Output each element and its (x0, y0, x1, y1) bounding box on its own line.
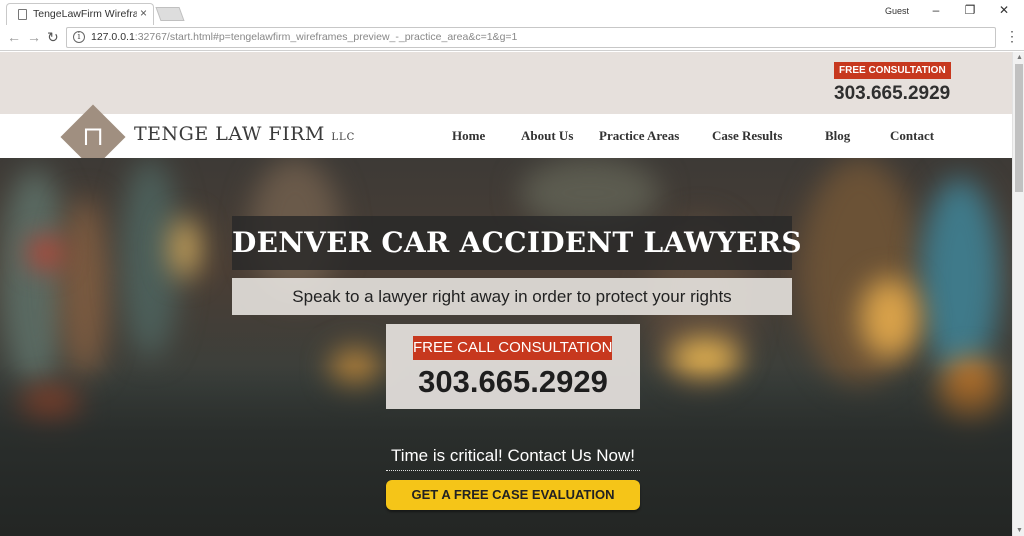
address-bar[interactable]: i 127.0.0.1:32767/start.html#p=tengelawf… (66, 27, 996, 48)
nav-item-contact[interactable]: Contact (890, 128, 934, 144)
logo-name-text: TENGE LAW FIRM (134, 123, 325, 145)
url-text[interactable]: 127.0.0.1:32767/start.html#p=tengelawfir… (91, 31, 517, 43)
forward-icon[interactable]: → (27, 29, 41, 45)
url-host: 127.0.0.1 (91, 31, 135, 43)
logo-wordmark[interactable]: TENGE LAW FIRM LLC (134, 123, 355, 145)
minimize-button[interactable]: – (926, 3, 946, 17)
nav-item-about-us[interactable]: About Us (521, 128, 573, 144)
nav-item-practice-areas[interactable]: Practice Areas (599, 128, 679, 144)
browser-menu-icon[interactable]: ⋮ (1005, 28, 1019, 45)
restore-button[interactable]: ❐ (960, 3, 980, 17)
reload-icon[interactable]: ↻ (47, 29, 59, 46)
header-phone[interactable]: 303.665.2929 (834, 83, 950, 105)
scroll-thumb[interactable] (1015, 64, 1023, 192)
scroll-down-arrow-icon[interactable]: ▼ (1016, 527, 1023, 534)
hero-headline: DENVER CAR ACCIDENT LAWYERS (232, 226, 802, 259)
info-icon[interactable]: i (73, 31, 85, 43)
subheadline-panel: Speak to a lawyer right away in order to… (232, 278, 792, 315)
browser-toolbar: ← → ↻ i 127.0.0.1:32767/start.html#p=ten… (0, 25, 1024, 51)
page-icon (18, 9, 27, 20)
call-consultation-panel: FREE CALL CONSULTATION 303.665.2929 (386, 324, 640, 409)
new-tab-button[interactable] (155, 7, 185, 21)
nav-item-home[interactable]: Home (452, 128, 485, 144)
page-viewport: FREE CONSULTATION 303.665.2929 ⊓ TENGE L… (0, 52, 1012, 536)
free-call-consultation-badge[interactable]: FREE CALL CONSULTATION (413, 336, 612, 360)
browser-tab-strip: TengeLawFirm Wireframes × Guest – ❐ ✕ (0, 0, 1024, 25)
scroll-up-arrow-icon[interactable]: ▲ (1016, 54, 1023, 61)
time-critical-text: Time is critical! Contact Us Now! (390, 446, 636, 465)
hero-phone[interactable]: 303.665.2929 (386, 364, 640, 400)
hero-section: DENVER CAR ACCIDENT LAWYERS Speak to a l… (0, 158, 1012, 536)
main-navigation: ⊓ TENGE LAW FIRM LLC Home About Us Pract… (0, 104, 1012, 170)
profile-label[interactable]: Guest (885, 6, 909, 16)
tab-title: TengeLawFirm Wireframes (33, 8, 137, 20)
headline-panel: DENVER CAR ACCIDENT LAWYERS (232, 216, 802, 270)
top-contact-bar: FREE CONSULTATION 303.665.2929 (0, 52, 1012, 114)
logo-monogram-icon: ⊓ (82, 122, 104, 152)
page-scrollbar[interactable]: ▲ ▼ (1012, 52, 1024, 536)
nav-item-blog[interactable]: Blog (825, 128, 850, 144)
back-icon[interactable]: ← (7, 29, 21, 45)
tab-close-icon[interactable]: × (140, 6, 147, 20)
window-close-button[interactable]: ✕ (994, 3, 1014, 17)
free-consultation-badge[interactable]: FREE CONSULTATION (834, 62, 951, 79)
nav-item-case-results[interactable]: Case Results (712, 128, 782, 144)
hero-subheadline: Speak to a lawyer right away in order to… (292, 287, 732, 306)
browser-tab[interactable]: TengeLawFirm Wireframes × (6, 3, 154, 25)
free-case-evaluation-button[interactable]: GET A FREE CASE EVALUATION (386, 480, 640, 510)
url-path: :32767/start.html#p=tengelawfirm_wirefra… (134, 31, 518, 43)
divider (386, 470, 640, 471)
logo-suffix: LLC (331, 132, 356, 143)
